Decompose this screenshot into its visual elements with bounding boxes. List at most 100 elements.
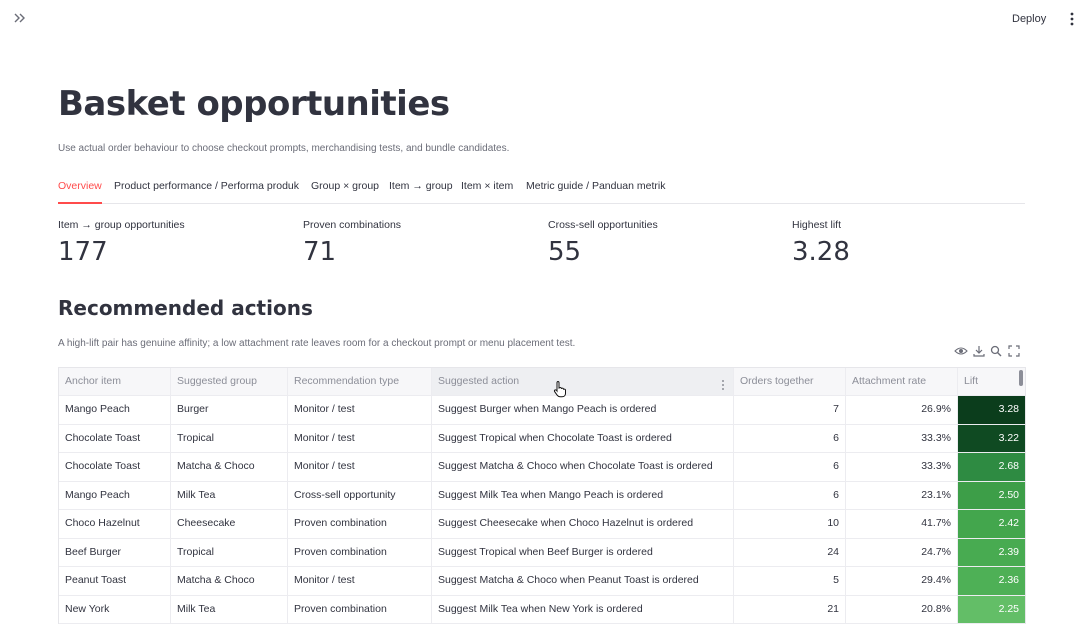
- attachment-rate-cell[interactable]: 41.7%: [846, 510, 958, 538]
- tab-item-item[interactable]: Item × item: [461, 180, 513, 202]
- column-menu-icon[interactable]: [721, 375, 725, 387]
- anchor-item-cell[interactable]: Mango Peach: [59, 396, 171, 424]
- suggested-action-cell[interactable]: Suggest Tropical when Chocolate Toast is…: [432, 425, 734, 453]
- suggested-group-cell[interactable]: Matcha & Choco: [171, 567, 288, 595]
- orders-together-cell[interactable]: 6: [734, 453, 846, 481]
- attachment-rate-cell[interactable]: 33.3%: [846, 453, 958, 481]
- column-header-suggested-group[interactable]: Suggested group: [171, 368, 288, 395]
- anchor-item-cell[interactable]: Chocolate Toast: [59, 453, 171, 481]
- attachment-rate-cell[interactable]: 24.7%: [846, 539, 958, 567]
- lift-cell[interactable]: 2.25: [958, 596, 1025, 624]
- suggested-group-cell[interactable]: Burger: [171, 396, 288, 424]
- anchor-item-cell[interactable]: Chocolate Toast: [59, 425, 171, 453]
- metric-highest-lift: Highest lift 3.28: [792, 219, 850, 267]
- fullscreen-icon[interactable]: [1007, 344, 1021, 358]
- orders-together-cell[interactable]: 5: [734, 567, 846, 595]
- attachment-rate-cell[interactable]: 20.8%: [846, 596, 958, 624]
- metric-label: Cross-sell opportunities: [548, 219, 658, 231]
- attachment-rate-cell[interactable]: 29.4%: [846, 567, 958, 595]
- kebab-menu-icon[interactable]: [1065, 10, 1079, 28]
- search-icon[interactable]: [989, 344, 1003, 358]
- metric-value: 55: [548, 237, 658, 267]
- table-row[interactable]: Chocolate ToastMatcha & ChocoMonitor / t…: [59, 453, 1025, 482]
- attachment-rate-cell[interactable]: 33.3%: [846, 425, 958, 453]
- recommendation-type-cell[interactable]: Proven combination: [288, 510, 432, 538]
- suggested-action-cell[interactable]: Suggest Milk Tea when New York is ordere…: [432, 596, 734, 624]
- tab-bar: Overview Product performance / Performa …: [58, 177, 1025, 204]
- table-header-row: Anchor item Suggested group Recommendati…: [59, 368, 1025, 396]
- recommendation-type-cell[interactable]: Monitor / test: [288, 453, 432, 481]
- metric-value: 177: [58, 237, 185, 267]
- table-row[interactable]: Chocolate ToastTropicalMonitor / testSug…: [59, 425, 1025, 454]
- metric-proven-combinations: Proven combinations 71: [303, 219, 401, 267]
- suggested-action-cell[interactable]: Suggest Burger when Mango Peach is order…: [432, 396, 734, 424]
- suggested-group-cell[interactable]: Milk Tea: [171, 596, 288, 624]
- column-header-attachment-rate[interactable]: Attachment rate: [846, 368, 958, 395]
- metric-value: 71: [303, 237, 401, 267]
- recommendation-type-cell[interactable]: Cross-sell opportunity: [288, 482, 432, 510]
- suggested-action-cell[interactable]: Suggest Milk Tea when Mango Peach is ord…: [432, 482, 734, 510]
- orders-together-cell[interactable]: 6: [734, 425, 846, 453]
- suggested-group-cell[interactable]: Cheesecake: [171, 510, 288, 538]
- recommendation-type-cell[interactable]: Monitor / test: [288, 396, 432, 424]
- table-row[interactable]: Mango PeachMilk TeaCross-sell opportunit…: [59, 482, 1025, 511]
- anchor-item-cell[interactable]: Peanut Toast: [59, 567, 171, 595]
- suggested-group-cell[interactable]: Tropical: [171, 539, 288, 567]
- suggested-group-cell[interactable]: Tropical: [171, 425, 288, 453]
- lift-cell[interactable]: 2.42: [958, 510, 1025, 538]
- tab-metric-guide[interactable]: Metric guide / Panduan metrik: [526, 180, 665, 202]
- double-chevron-right-icon[interactable]: [12, 10, 28, 26]
- orders-together-cell[interactable]: 10: [734, 510, 846, 538]
- lift-cell[interactable]: 2.36: [958, 567, 1025, 595]
- tab-overview[interactable]: Overview: [58, 180, 102, 204]
- attachment-rate-cell[interactable]: 26.9%: [846, 396, 958, 424]
- lift-cell[interactable]: 2.68: [958, 453, 1025, 481]
- anchor-item-cell[interactable]: Mango Peach: [59, 482, 171, 510]
- lift-cell[interactable]: 2.39: [958, 539, 1025, 567]
- recommendation-type-cell[interactable]: Monitor / test: [288, 567, 432, 595]
- suggested-action-cell[interactable]: Suggest Tropical when Beef Burger is ord…: [432, 539, 734, 567]
- column-header-anchor-item[interactable]: Anchor item: [59, 368, 171, 395]
- anchor-item-cell[interactable]: New York: [59, 596, 171, 624]
- eye-icon[interactable]: [954, 344, 968, 358]
- lift-cell[interactable]: 2.50: [958, 482, 1025, 510]
- table-row[interactable]: Mango PeachBurgerMonitor / testSuggest B…: [59, 396, 1025, 425]
- anchor-item-cell[interactable]: Choco Hazelnut: [59, 510, 171, 538]
- lift-cell[interactable]: 3.28: [958, 396, 1025, 424]
- metric-value: 3.28: [792, 237, 850, 267]
- table-toolbar: [949, 341, 1025, 361]
- hand-pointer-cursor-icon: [553, 380, 567, 398]
- suggested-action-cell[interactable]: Suggest Cheesecake when Choco Hazelnut i…: [432, 510, 734, 538]
- download-icon[interactable]: [972, 344, 986, 358]
- column-header-suggested-action[interactable]: Suggested action: [432, 368, 734, 395]
- lift-cell[interactable]: 3.22: [958, 425, 1025, 453]
- column-header-lift[interactable]: Lift: [958, 368, 1025, 395]
- column-header-label: Suggested action: [438, 375, 519, 387]
- tab-item-group[interactable]: Item → group: [389, 180, 453, 202]
- suggested-action-cell[interactable]: Suggest Matcha & Choco when Peanut Toast…: [432, 567, 734, 595]
- tab-product-performance[interactable]: Product performance / Performa produk: [114, 180, 299, 202]
- table-row[interactable]: Peanut ToastMatcha & ChocoMonitor / test…: [59, 567, 1025, 596]
- orders-together-cell[interactable]: 6: [734, 482, 846, 510]
- recommendation-type-cell[interactable]: Proven combination: [288, 539, 432, 567]
- deploy-button[interactable]: Deploy: [1012, 10, 1046, 28]
- table-scrollbar[interactable]: [1019, 370, 1023, 386]
- attachment-rate-cell[interactable]: 23.1%: [846, 482, 958, 510]
- metric-item-group-opportunities: Item → group opportunities 177: [58, 219, 185, 267]
- metric-label: Proven combinations: [303, 219, 401, 231]
- anchor-item-cell[interactable]: Beef Burger: [59, 539, 171, 567]
- recommendation-type-cell[interactable]: Proven combination: [288, 596, 432, 624]
- suggested-group-cell[interactable]: Matcha & Choco: [171, 453, 288, 481]
- table-row[interactable]: Beef BurgerTropicalProven combinationSug…: [59, 539, 1025, 568]
- suggested-action-cell[interactable]: Suggest Matcha & Choco when Chocolate To…: [432, 453, 734, 481]
- tab-group-group[interactable]: Group × group: [311, 180, 379, 202]
- orders-together-cell[interactable]: 7: [734, 396, 846, 424]
- orders-together-cell[interactable]: 24: [734, 539, 846, 567]
- suggested-group-cell[interactable]: Milk Tea: [171, 482, 288, 510]
- column-header-orders-together[interactable]: Orders together: [734, 368, 846, 395]
- section-title: Recommended actions: [58, 296, 313, 320]
- table-row[interactable]: Choco HazelnutCheesecakeProven combinati…: [59, 510, 1025, 539]
- column-header-recommendation-type[interactable]: Recommendation type: [288, 368, 432, 395]
- recommendation-type-cell[interactable]: Monitor / test: [288, 425, 432, 453]
- orders-together-cell[interactable]: 21: [734, 596, 846, 624]
